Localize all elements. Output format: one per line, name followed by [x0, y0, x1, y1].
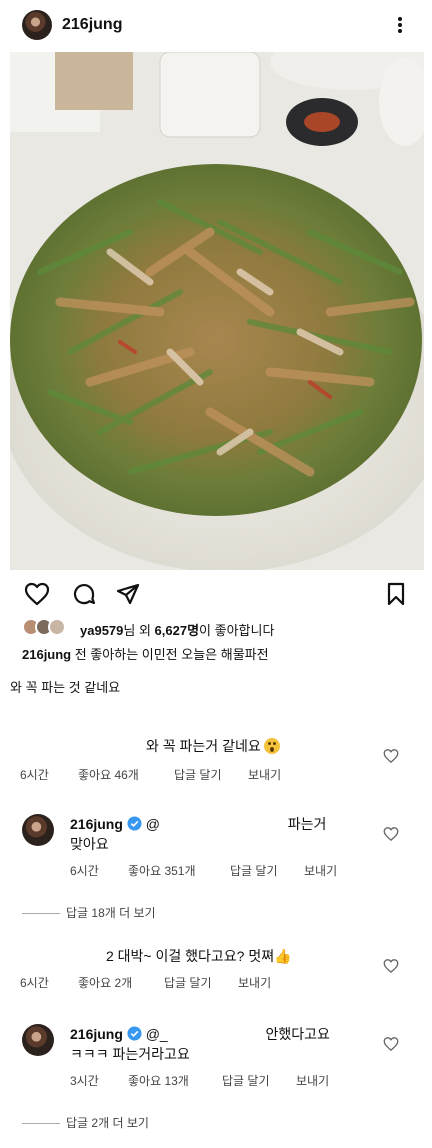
- comment-3: 2 대박~ 이걸 했다고요? 멋쪄👍 6시간 좋아요 2개 답글 달기 보내기: [0, 942, 432, 1002]
- comment-4: 216jung @_ 안했다고요 ㅋㅋㅋ 파는거라고요 3시간 좋아요 13개 …: [0, 1018, 432, 1130]
- comment-heart-icon[interactable]: [383, 748, 399, 764]
- send-button[interactable]: 보내기: [248, 766, 281, 783]
- comment-time: 6시간: [70, 864, 99, 878]
- reply-button[interactable]: 답글 달기: [230, 862, 278, 879]
- mention[interactable]: @_: [146, 1026, 168, 1042]
- comment-text-end: 안했다고요: [265, 1026, 330, 1042]
- reply-button[interactable]: 답글 달기: [174, 766, 222, 783]
- post-caption: 216jung 전 좋아하는 이민전 오늘은 해물파전: [22, 644, 269, 663]
- liker-username[interactable]: ya9579: [80, 623, 123, 638]
- comment-username[interactable]: 216jung: [70, 1026, 123, 1042]
- thumbs-up-emoji-icon: 👍: [274, 948, 292, 964]
- comment-heart-icon[interactable]: [383, 826, 399, 842]
- comment-2: 216jung @ 파는거 맞아요 6시간 좋아요 351개 답글 달기 보내기…: [0, 808, 432, 921]
- more-replies-button[interactable]: 답글 2개 더 보기: [22, 1114, 149, 1131]
- avatar[interactable]: [22, 10, 52, 40]
- overlay-note: 와 꼭 파는 것 같네요: [10, 680, 121, 695]
- comment-likes[interactable]: 좋아요 351개: [128, 862, 196, 879]
- comment-time: 3시간: [70, 1074, 99, 1088]
- bookmark-icon[interactable]: [386, 582, 406, 606]
- comment-time: 6시간: [20, 768, 49, 782]
- caption-text: 전 좋아하는 이민전 오늘은 해물파전: [71, 647, 269, 662]
- comment-text-end: 파는거: [287, 816, 327, 832]
- more-vertical-icon[interactable]: [392, 12, 408, 38]
- liker-avatars[interactable]: [22, 618, 74, 636]
- comment-heart-icon[interactable]: [383, 958, 399, 974]
- avatar[interactable]: [22, 814, 54, 846]
- caption-username[interactable]: 216jung: [22, 647, 71, 662]
- comment-username[interactable]: 216jung: [70, 816, 123, 832]
- reply-button[interactable]: 답글 달기: [222, 1072, 270, 1089]
- comment-text: 216jung @_ 안했다고요: [70, 1024, 370, 1044]
- likes-summary[interactable]: ya9579님 외 6,627명이 좋아합니다: [80, 620, 274, 639]
- comment-likes[interactable]: 좋아요 13개: [128, 1072, 189, 1089]
- comment-line2: 맞아요: [70, 836, 109, 852]
- comment-time: 6시간: [20, 976, 49, 990]
- comment-line2: ㅋㅋㅋ 파는거라고요: [70, 1046, 190, 1062]
- mention[interactable]: @: [146, 816, 160, 832]
- send-button[interactable]: 보내기: [296, 1072, 329, 1089]
- post-photo[interactable]: [10, 52, 424, 570]
- send-icon[interactable]: [116, 582, 140, 606]
- comment-text: 와 꼭 파는거 같네요: [146, 736, 280, 756]
- post-username[interactable]: 216jung: [62, 16, 122, 34]
- likes-text-mid: 님 외: [123, 623, 155, 638]
- send-button[interactable]: 보내기: [304, 862, 337, 879]
- more-replies-button[interactable]: 답글 18개 더 보기: [22, 904, 156, 921]
- comment-text: 216jung @ 파는거: [70, 814, 370, 834]
- comment-text: 2 대박~ 이걸 했다고요? 멋쪄👍: [106, 948, 292, 964]
- verified-badge-icon: [127, 816, 142, 831]
- verified-badge-icon: [127, 1026, 142, 1041]
- send-button[interactable]: 보내기: [238, 974, 271, 991]
- comment-likes[interactable]: 좋아요 2개: [78, 974, 132, 991]
- comment-icon[interactable]: [72, 582, 96, 606]
- heart-icon[interactable]: [24, 582, 50, 606]
- comment-likes[interactable]: 좋아요 46개: [78, 766, 139, 783]
- avatar[interactable]: [22, 1024, 54, 1056]
- likes-count[interactable]: 6,627명: [155, 623, 200, 638]
- reply-button[interactable]: 답글 달기: [164, 974, 212, 991]
- comment-1: 와 꼭 파는거 같네요 6시간 좋아요 46개 답글 달기 보내기: [0, 730, 432, 790]
- comment-heart-icon[interactable]: [383, 1036, 399, 1052]
- surprised-emoji-icon: [263, 738, 280, 754]
- post-header: 216jung: [0, 0, 432, 52]
- likes-text-end: 이 좋아합니다: [199, 623, 275, 638]
